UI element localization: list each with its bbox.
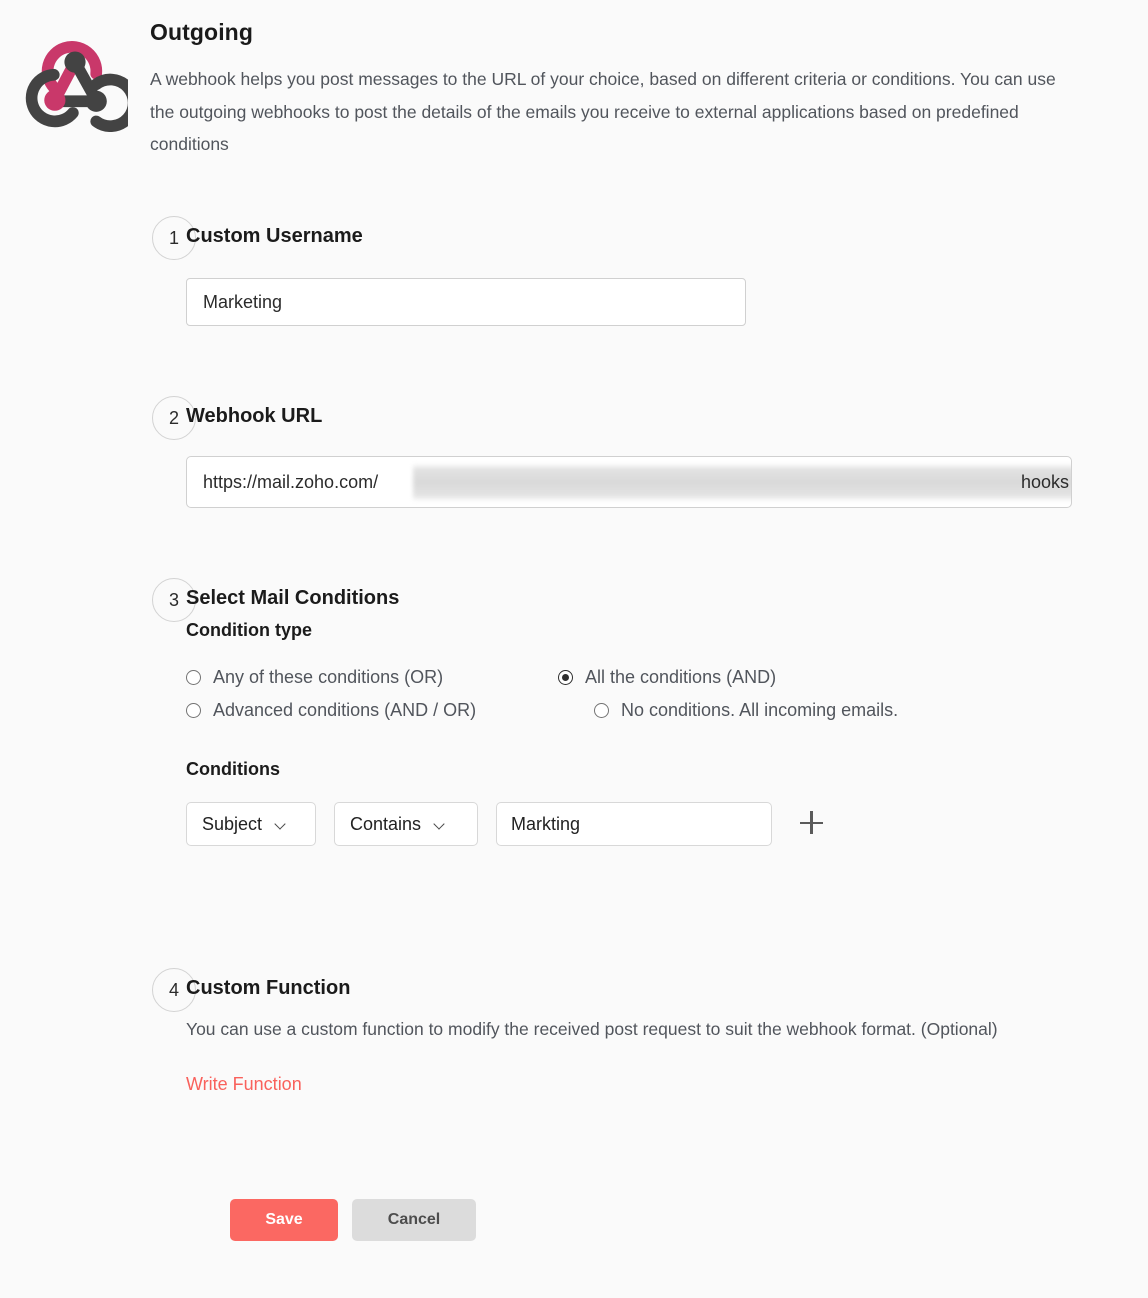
condition-operator-select[interactable]: Contains — [334, 802, 478, 846]
radio-row-2: Advanced conditions (AND / OR) No condit… — [186, 700, 1006, 721]
add-condition-plus-icon[interactable] — [800, 811, 826, 837]
webhook-url-visible-suffix: hooks — [1020, 472, 1069, 492]
webhook-url-label: Webhook URL — [186, 405, 323, 427]
condition-field-value: Subject — [202, 813, 263, 834]
radio-label: All the conditions (AND) — [585, 667, 777, 687]
custom-function-label: Custom Function — [186, 977, 351, 999]
step-body-username: Custom Username — [152, 216, 1148, 326]
step-custom-function: 4 Custom Function You can use a custom f… — [0, 968, 1148, 1095]
radio-all-the-conditions[interactable]: All the conditions (AND) — [558, 667, 1006, 688]
save-button[interactable]: Save — [230, 1199, 338, 1241]
step-body-custom-function: Custom Function You can use a custom fun… — [152, 968, 1148, 1095]
custom-username-input[interactable] — [186, 278, 746, 326]
header-text-block: Outgoing A webhook helps you post messag… — [150, 19, 1148, 160]
radio-no-conditions[interactable]: No conditions. All incoming emails. — [558, 700, 1006, 721]
cancel-button[interactable]: Cancel — [352, 1199, 476, 1241]
webhook-url-input[interactable]: https://mail.zoho.com/ hooks — [186, 456, 1072, 508]
condition-type-radio-group: Any of these conditions (OR) All the con… — [186, 667, 1006, 721]
radio-any-of-these-conditions[interactable]: Any of these conditions (OR) — [186, 667, 558, 688]
select-mail-conditions-label: Select Mail Conditions — [186, 587, 400, 609]
webhook-url-visible-prefix: https://mail.zoho.com/ — [203, 472, 379, 492]
step-body-conditions: Select Mail Conditions Condition type An… — [152, 578, 1148, 846]
chevron-down-icon — [435, 819, 446, 830]
radio-circle-selected-icon — [558, 670, 573, 685]
radio-circle-icon — [186, 703, 201, 718]
custom-function-description: You can use a custom function to modify … — [186, 1019, 998, 1039]
step-webhook-url: 2 Webhook URL https://mail.zoho.com/ hoo… — [0, 396, 1148, 508]
step-mail-conditions: 3 Select Mail Conditions Condition type … — [0, 578, 1148, 846]
page-description: A webhook helps you post messages to the… — [150, 69, 1056, 155]
chevron-down-icon — [276, 819, 287, 830]
radio-row-1: Any of these conditions (OR) All the con… — [186, 667, 1006, 688]
form-actions: Save Cancel — [230, 1199, 476, 1241]
radio-circle-icon — [186, 670, 201, 685]
radio-label: No conditions. All incoming emails. — [621, 700, 899, 720]
custom-username-label: Custom Username — [186, 225, 363, 247]
condition-value-input[interactable] — [496, 802, 772, 846]
step-custom-username: 1 Custom Username — [0, 216, 1148, 326]
step-number-col: 2 — [0, 396, 196, 440]
step-body-webhook-url: Webhook URL https://mail.zoho.com/ hooks — [152, 396, 1148, 508]
page-header: Outgoing A webhook helps you post messag… — [0, 19, 1148, 160]
page-title: Outgoing — [150, 19, 253, 45]
radio-circle-icon — [594, 703, 609, 718]
condition-field-select[interactable]: Subject — [186, 802, 316, 846]
condition-row: Subject Contains — [186, 802, 1148, 846]
webhook-url-redaction-overlay — [413, 464, 1071, 501]
condition-type-label: Condition type — [186, 620, 312, 640]
radio-label: Any of these conditions (OR) — [213, 667, 444, 687]
webhook-logo-icon — [25, 41, 128, 132]
condition-operator-value: Contains — [350, 813, 422, 834]
step-number-col: 1 — [0, 216, 196, 260]
webhook-settings-page: Outgoing A webhook helps you post messag… — [0, 0, 1148, 1298]
step-number-col: 4 — [0, 968, 196, 1012]
radio-label: Advanced conditions (AND / OR) — [213, 700, 477, 720]
webhook-logo-wrap — [0, 20, 150, 132]
step-number-col: 3 — [0, 578, 196, 622]
write-function-link[interactable]: Write Function — [186, 1074, 302, 1095]
conditions-label: Conditions — [186, 759, 280, 779]
radio-advanced-conditions[interactable]: Advanced conditions (AND / OR) — [186, 700, 558, 721]
